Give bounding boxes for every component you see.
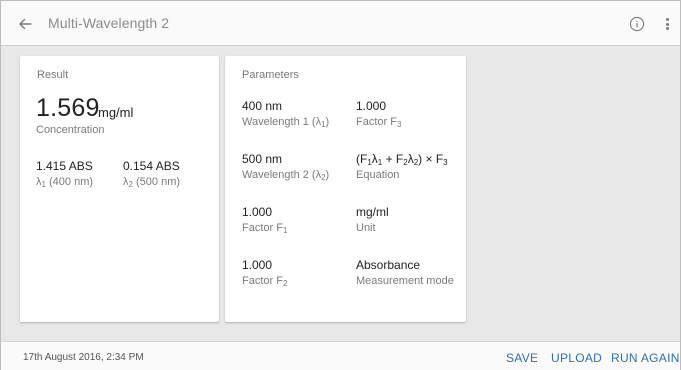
info-icon xyxy=(629,16,645,32)
result-card-title: Result xyxy=(37,69,69,81)
param-unit-label: Unit xyxy=(356,222,376,234)
concentration-unit: mg/ml xyxy=(98,105,134,120)
concentration-label: Concentration xyxy=(36,124,105,136)
param-factor1-value: 1.000 xyxy=(242,205,273,219)
param-factor3-label: Factor F3 xyxy=(356,116,402,129)
param-wavelength1-label: Wavelength 1 (λ1) xyxy=(242,116,330,129)
abs2-label: λ2 (500 nm) xyxy=(123,176,181,189)
param-wavelength2-label: Wavelength 2 (λ2) xyxy=(242,169,330,182)
param-measurement-mode-label: Measurement mode xyxy=(356,275,454,287)
param-equation-value: (F1λ1 + F2λ2) × F3 xyxy=(356,152,448,167)
upload-button[interactable]: UPLOAD xyxy=(551,351,602,365)
more-vertical-icon xyxy=(665,18,669,21)
save-button[interactable]: SAVE xyxy=(506,351,538,365)
param-measurement-mode-value: Absorbance xyxy=(356,258,421,272)
page-title: Multi-Wavelength 2 xyxy=(48,15,170,31)
footer-bar: 17th August 2016, 2:34 PM SAVE UPLOAD RU… xyxy=(1,341,680,370)
param-factor2-value: 1.000 xyxy=(242,258,273,272)
param-wavelength2-value: 500 nm xyxy=(242,152,283,166)
abs1-value: 1.415 ABS xyxy=(36,159,93,173)
param-equation-label: Equation xyxy=(356,169,400,181)
param-factor1-label: Factor F1 xyxy=(242,222,288,235)
arrow-left-icon xyxy=(19,18,32,30)
param-wavelength1-value: 400 nm xyxy=(242,99,283,113)
abs1-label: λ1 (400 nm) xyxy=(36,176,94,189)
param-unit-value: mg/ml xyxy=(356,205,389,219)
timestamp: 17th August 2016, 2:34 PM xyxy=(23,352,144,363)
param-factor2-label: Factor F2 xyxy=(242,275,288,288)
more-options-button[interactable] xyxy=(662,15,672,33)
concentration-value: 1.569 xyxy=(36,94,100,122)
app-window: Multi-Wavelength 2 Result 1.569 mg/ml Co… xyxy=(0,0,681,370)
param-factor3-value: 1.000 xyxy=(356,99,387,113)
app-bar: Multi-Wavelength 2 xyxy=(1,1,680,46)
run-again-button[interactable]: RUN AGAIN xyxy=(611,351,680,365)
parameters-card-title: Parameters xyxy=(242,69,299,81)
back-button[interactable] xyxy=(15,14,35,34)
info-button[interactable] xyxy=(629,16,645,32)
abs2-value: 0.154 ABS xyxy=(123,159,180,173)
